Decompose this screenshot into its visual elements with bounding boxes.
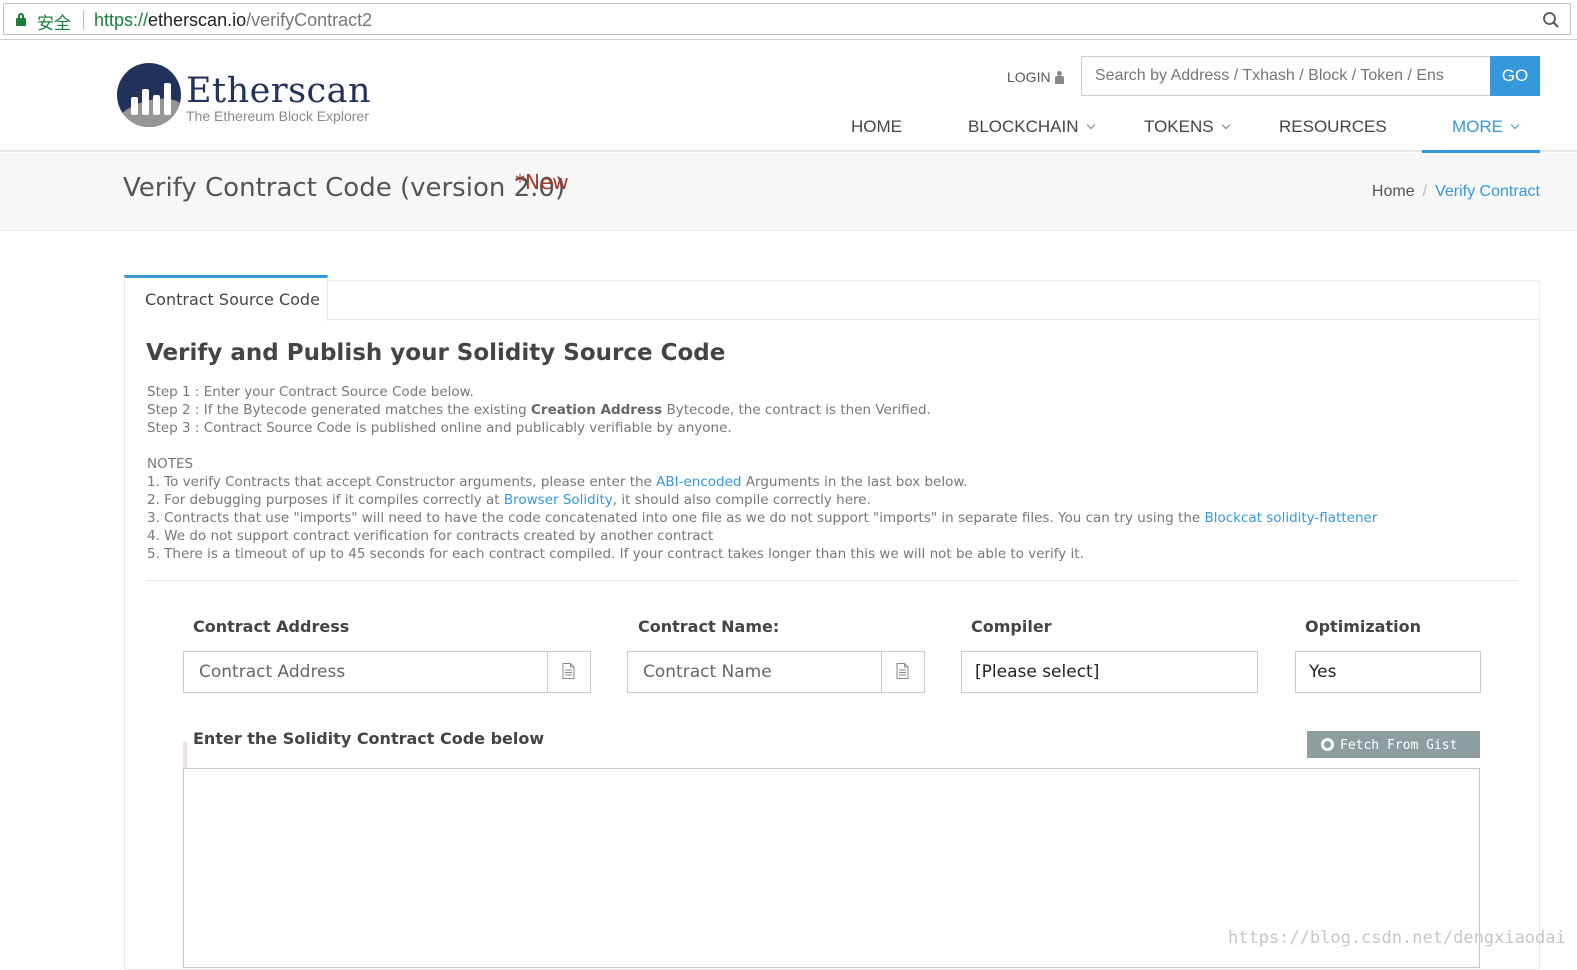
new-badge: *New [515,170,569,194]
compiler-select[interactable]: [Please select] [961,651,1258,693]
document-icon [896,663,909,679]
url-text[interactable]: https://etherscan.io/verifyContract2 [94,10,372,31]
note-2: 2. For debugging purposes if it compiles… [147,492,871,508]
login-label: LOGIN [1007,69,1051,85]
user-icon [1054,71,1064,84]
compiler-label: Compiler [971,617,1052,636]
secure-label: 安全 [37,14,71,34]
logo-mark-icon [117,63,181,127]
source-code-label: Enter the Solidity Contract Code below [193,729,545,748]
etherscan-logo[interactable]: Etherscan The Ethereum Block Explorer [117,63,377,133]
step-1: Step 1 : Enter your Contract Source Code… [147,384,474,400]
breadcrumb-current[interactable]: Verify Contract [1435,183,1540,200]
logo-tagline: The Ethereum Block Explorer [186,108,369,124]
resize-marker [183,742,187,768]
note-1: 1. To verify Contracts that accept Const… [147,474,968,490]
lock-icon [16,13,26,26]
contract-address-field[interactable]: Contract Address [183,651,591,693]
address-divider [83,10,84,30]
contract-name-label: Contract Name: [638,617,780,636]
compiler-value: [Please select] [975,662,1100,682]
github-icon [1321,738,1334,751]
search-go-button[interactable]: GO [1490,56,1540,96]
chevron-down-icon [1221,120,1230,130]
contract-address-placeholder: Contract Address [199,662,346,682]
chevron-down-icon [1086,120,1095,130]
notes-title: NOTES [147,456,194,472]
watermark: https://blog.csdn.net/dengxiaodai [1228,928,1566,948]
url-box[interactable]: 安全 https://etherscan.io/verifyContract2 [3,3,1571,35]
note-4: 4. We do not support contract verificati… [147,528,714,544]
step-3: Step 3 : Contract Source Code is publish… [147,420,732,436]
document-icon [562,663,575,679]
browser-solidity-link[interactable]: Browser Solidity [504,492,613,508]
divider [146,580,1518,581]
breadcrumb-separator: / [1422,183,1428,200]
note-5: 5. There is a timeout of up to 45 second… [147,546,1084,562]
tab-strip [124,280,1540,320]
steps-list: Step 1 : Enter your Contract Source Code… [147,383,931,437]
solidity-flattener-link[interactable]: Blockcat solidity-flattener [1204,510,1377,526]
search-input[interactable] [1081,56,1490,96]
breadcrumb: Home / Verify Contract [1372,183,1540,201]
abi-encoded-link[interactable]: ABI-encoded [656,474,741,490]
chevron-down-icon [1510,120,1520,130]
nav-more[interactable]: MORE [1452,106,1520,152]
nav-home[interactable]: HOME [851,106,902,152]
optimization-value: Yes [1309,662,1337,682]
nav-blockchain[interactable]: BLOCKCHAIN [968,106,1095,152]
nav-resources[interactable]: RESOURCES [1279,106,1387,152]
contract-name-field[interactable]: Contract Name [627,651,925,693]
page-title: Verify Contract Code (version 2.0) [123,173,566,203]
notes-list: NOTES 1. To verify Contracts that accept… [147,455,1377,563]
site-header: Etherscan The Ethereum Block Explorer LO… [0,41,1577,153]
contract-name-addon [881,652,924,692]
fetch-from-gist-button[interactable]: Fetch From Gist [1307,731,1480,758]
zoom-icon[interactable] [1542,11,1560,29]
tab-contract-source-code[interactable]: Contract Source Code [124,275,328,321]
contract-name-placeholder: Contract Name [643,662,772,682]
step-2: Step 2 : If the Bytecode generated match… [147,402,931,418]
section-heading: Verify and Publish your Solidity Source … [146,340,726,366]
optimization-select[interactable]: Yes [1295,651,1481,693]
optimization-label: Optimization [1305,617,1421,636]
browser-address-bar: 安全 https://etherscan.io/verifyContract2 [0,0,1577,40]
login-link[interactable]: LOGIN [1007,69,1064,85]
page-title-bar: Verify Contract Code (version 2.0) *New … [0,153,1577,231]
note-3: 3. Contracts that use "imports" will nee… [147,510,1378,526]
breadcrumb-home[interactable]: Home [1372,183,1415,200]
contract-address-label: Contract Address [193,617,350,636]
contract-address-addon [547,652,590,692]
nav-tokens[interactable]: TOKENS [1144,106,1230,152]
logo-name: Etherscan [186,71,372,111]
